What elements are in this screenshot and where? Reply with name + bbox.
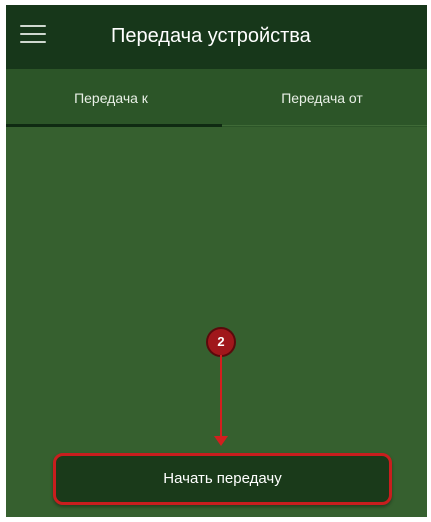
page-title: Передача устройства [111, 25, 311, 47]
arrow-down-icon [214, 436, 228, 446]
tab-transfer-from[interactable]: Передача от [217, 69, 427, 127]
tab-selected-indicator [6, 124, 222, 127]
step-number-badge: 2 [206, 327, 236, 357]
annotation-arrow-line [220, 355, 222, 439]
tab-divider [222, 125, 427, 126]
tab-bar: Передача к Передача от [6, 69, 427, 127]
hamburger-menu-icon[interactable] [20, 23, 46, 45]
start-transfer-button[interactable]: Начать передачу [53, 453, 392, 505]
app-screen: Передача устройства Передача к Передача … [6, 5, 427, 517]
tab-transfer-to[interactable]: Передача к [6, 69, 216, 127]
app-bar: Передача устройства [6, 5, 427, 69]
